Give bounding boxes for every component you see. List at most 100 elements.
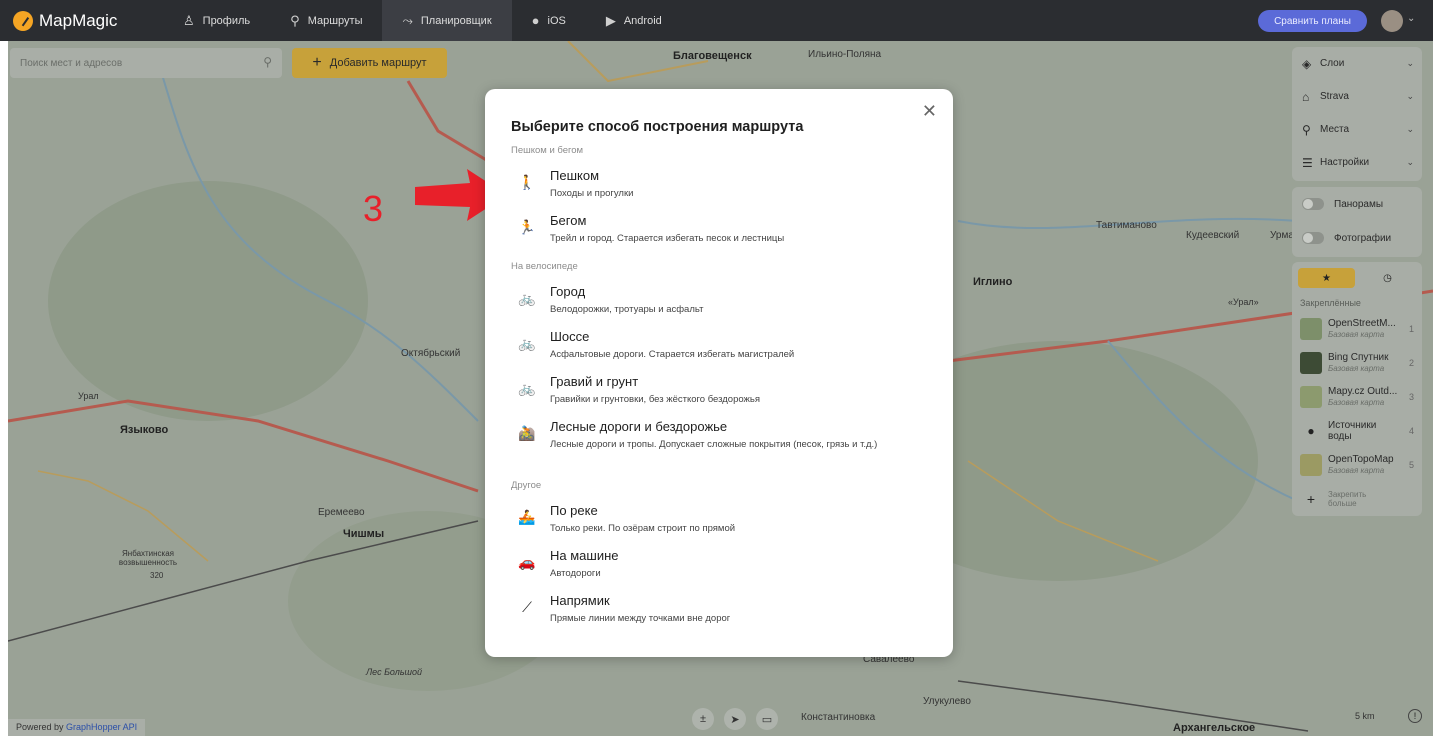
ruler-icon: ▭ xyxy=(761,713,773,726)
play-icon: ▶ xyxy=(605,12,616,28)
layers-label: Слои xyxy=(1320,58,1345,69)
basemap-type: Базовая карта xyxy=(1328,398,1385,407)
map-label: Иглино xyxy=(973,276,1013,288)
route-mode-dialog: ✕ Выберите способ построения маршрута Пе… xyxy=(485,89,953,657)
basemap-name: Mapy.cz Outd... xyxy=(1328,386,1398,397)
option-title: Город xyxy=(550,284,586,299)
info-icon[interactable]: ! xyxy=(1408,709,1422,723)
map-label: Архангельское xyxy=(1173,722,1256,734)
photos-toggle-row[interactable]: Фотографии xyxy=(1292,221,1422,255)
nav-label: Планировщик xyxy=(420,14,492,27)
settings-icon: ☰ xyxy=(1302,155,1313,170)
nav-routes[interactable]: ⚲ Маршруты xyxy=(270,0,382,41)
chevron-down-icon: ⌄ xyxy=(1406,91,1414,101)
chevron-down-icon: ⌄ xyxy=(1406,58,1414,68)
settings-row[interactable]: ☰ Настройки ⌄ xyxy=(1292,146,1422,179)
places-row[interactable]: ⚲ Места ⌄ xyxy=(1292,113,1422,146)
basemap-number: 2 xyxy=(1408,358,1414,368)
zoom-icon: ± xyxy=(699,713,707,725)
tab-recent[interactable]: ◷ xyxy=(1359,268,1416,288)
nav-android[interactable]: ▶ Android xyxy=(586,0,682,41)
dialog-title: Выберите способ построения маршрута xyxy=(511,119,804,135)
option-title: По реке xyxy=(550,503,598,518)
map-label: «Урал» xyxy=(1228,297,1259,307)
basemap-type: Базовая карта xyxy=(1328,364,1385,373)
basemap-item[interactable]: ● Источники воды 4 xyxy=(1292,414,1422,448)
map-label: Янбахтинская возвышенность xyxy=(118,549,178,567)
map-label: Тавтиманово xyxy=(1096,220,1157,231)
basemap-number: 1 xyxy=(1408,324,1414,334)
map-label: Чишмы xyxy=(343,528,385,540)
chevron-down-icon: ⌄ xyxy=(1406,157,1414,167)
apple-icon: ● xyxy=(531,13,540,28)
pin-more-label: Закрепить больше xyxy=(1328,490,1367,508)
basemap-name: OpenTopoMap xyxy=(1328,454,1394,465)
panoramas-switch[interactable] xyxy=(1302,198,1324,210)
map-label: Кудеевский xyxy=(1186,230,1240,241)
graphhopper-link[interactable]: GraphHopper API xyxy=(66,722,137,732)
road-bike-icon: 🚲 xyxy=(518,335,536,351)
option-desc: Лесные дороги и тропы. Допускает сложные… xyxy=(550,439,878,450)
map-thumbnail xyxy=(1300,386,1322,408)
chevron-down-icon[interactable]: ⌄ xyxy=(1407,13,1415,24)
panoramas-toggle-row[interactable]: Панорамы xyxy=(1292,187,1422,221)
basemap-item[interactable]: OpenStreetM... Базовая карта 1 xyxy=(1292,312,1422,346)
avatar[interactable] xyxy=(1381,10,1403,32)
pin-more-button[interactable]: + Закрепить больше xyxy=(1292,482,1422,516)
option-title: Пешком xyxy=(550,168,600,183)
clock-icon: ◷ xyxy=(1383,272,1392,284)
map-thumbnail xyxy=(1300,454,1322,476)
basemap-number: 5 xyxy=(1408,460,1414,470)
basemap-item[interactable]: Bing Спутник Базовая карта 2 xyxy=(1292,346,1422,380)
zoom-button[interactable]: ± xyxy=(692,708,714,730)
basemap-type: Базовая карта xyxy=(1328,466,1385,475)
search-box: ⚲ xyxy=(10,48,282,78)
option-desc: Гравийки и грунтовки, без жёсткого бездо… xyxy=(550,394,761,405)
option-desc: Трейл и город. Старается избегать песок … xyxy=(550,233,785,244)
basemap-item[interactable]: OpenTopoMap Базовая карта 5 xyxy=(1292,448,1422,482)
basemap-name: Bing Спутник xyxy=(1328,352,1389,363)
photos-switch[interactable] xyxy=(1302,232,1324,244)
compare-plans-button[interactable]: Сравнить планы xyxy=(1258,10,1367,32)
strava-row[interactable]: ⌂ Strava ⌄ xyxy=(1292,80,1422,113)
layers-panel: ◈ Слои ⌄ ⌂ Strava ⌄ ⚲ Места ⌄ ☰ Настройк… xyxy=(1292,47,1422,181)
layers-row[interactable]: ◈ Слои ⌄ xyxy=(1292,47,1422,80)
option-title: На машине xyxy=(550,548,619,563)
locate-button[interactable]: ➤ xyxy=(724,708,746,730)
person-icon: ♙ xyxy=(183,12,195,28)
logo[interactable]: MapMagic xyxy=(13,10,163,31)
search-input[interactable] xyxy=(18,56,248,70)
basemap-item[interactable]: Mapy.cz Outd... Базовая карта 3 xyxy=(1292,380,1422,414)
section-heading: Другое xyxy=(511,480,542,491)
layers-icon: ◈ xyxy=(1302,56,1312,71)
map-label: Ильино-Поляна xyxy=(808,49,882,60)
tab-pinned[interactable]: ★ xyxy=(1298,268,1355,288)
nav-planner[interactable]: ⤳ Планировщик xyxy=(382,0,512,41)
map-label: Улукулево xyxy=(923,696,971,707)
search-icon: ⚲ xyxy=(290,12,300,28)
ruler-button[interactable]: ▭ xyxy=(756,708,778,730)
water-drop-icon: ● xyxy=(1307,424,1315,438)
basemap-number: 3 xyxy=(1408,392,1414,402)
basemaps-panel: ★ ◷ Закреплённые OpenStreetM... Базовая к… xyxy=(1292,262,1422,516)
toggle-label: Панорамы xyxy=(1334,198,1384,210)
add-route-label: Добавить маршрут xyxy=(329,57,427,69)
mtb-icon: 🚵 xyxy=(518,425,536,441)
map-thumbnail xyxy=(1300,318,1322,340)
strava-label: Strava xyxy=(1320,91,1349,102)
city-bike-icon: 🚲 xyxy=(518,290,536,306)
pin-icon: ★ xyxy=(1322,272,1331,284)
nav-label: Маршруты xyxy=(307,14,363,27)
hiking-icon: 🚶 xyxy=(518,174,536,190)
nav-ios[interactable]: ● iOS xyxy=(512,0,586,41)
main-nav: ♙ Профиль ⚲ Маршруты ⤳ Планировщик ● iOS… xyxy=(163,0,682,41)
close-icon[interactable]: ✕ xyxy=(922,101,937,122)
section-heading: На велосипеде xyxy=(511,261,578,272)
places-icon: ⚲ xyxy=(1302,122,1311,137)
attribution-prefix: Powered by xyxy=(16,722,64,732)
add-route-button[interactable]: + Добавить маршрут xyxy=(292,48,447,78)
search-icon[interactable]: ⚲ xyxy=(263,55,272,69)
option-desc: Велодорожки, тротуары и асфальт xyxy=(550,304,704,315)
toggle-label: Фотографии xyxy=(1334,232,1392,244)
nav-profile[interactable]: ♙ Профиль xyxy=(163,0,270,41)
